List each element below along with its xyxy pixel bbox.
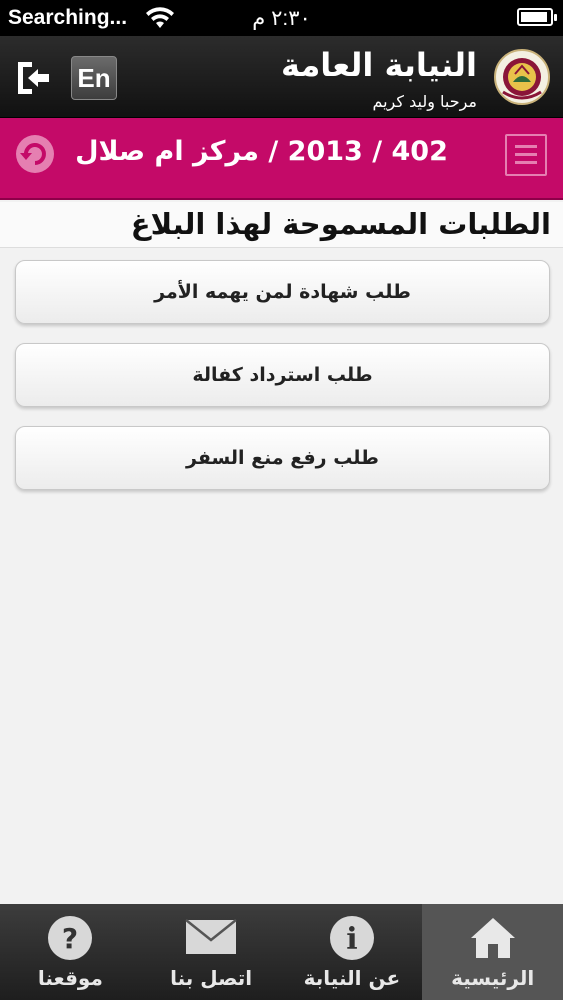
tab-location[interactable]: ? موقعنا <box>0 904 141 1000</box>
app-title: النيابة العامة <box>281 46 477 84</box>
logout-button[interactable] <box>14 58 52 98</box>
tab-about[interactable]: i عن النيابة <box>282 904 423 1000</box>
case-bar: 402 / 2013 / مركز ام صلال <box>0 118 563 200</box>
case-title: 402 / 2013 / مركز ام صلال <box>75 136 448 167</box>
request-bail-refund-button[interactable]: طلب استرداد كفالة <box>15 343 550 407</box>
logout-icon <box>18 62 49 94</box>
svg-text:?: ? <box>62 922 78 955</box>
tab-contact[interactable]: اتصل بنا <box>141 904 282 1000</box>
battery-icon <box>517 8 557 26</box>
status-clock: ٢:٣٠ م <box>252 7 311 30</box>
svg-text:i: i <box>346 922 357 957</box>
tab-label: الرئيسية <box>451 966 535 990</box>
home-icon <box>463 912 523 964</box>
tab-label: اتصل بنا <box>170 966 253 990</box>
qatar-emblem-icon <box>493 48 551 106</box>
info-icon: i <box>322 912 382 964</box>
tab-label: موقعنا <box>37 966 103 990</box>
language-toggle-button[interactable]: En <box>71 56 117 100</box>
section-title: الطلبات المسموحة لهذا البلاغ <box>0 202 563 248</box>
tab-label: عن النيابة <box>303 966 401 990</box>
menu-icon[interactable] <box>505 134 547 176</box>
tab-home[interactable]: الرئيسية <box>422 904 563 1000</box>
help-icon: ? <box>40 912 100 964</box>
refresh-back-icon[interactable] <box>14 133 56 175</box>
status-bar: Searching... ٢:٣٠ م <box>0 0 563 36</box>
mail-icon <box>181 912 241 964</box>
app-header: En النيابة العامة مرحبا وليد كريم <box>0 36 563 118</box>
welcome-text: مرحبا وليد كريم <box>372 92 477 111</box>
tab-bar: ? موقعنا اتصل بنا i عن النيابة الرئيسية <box>0 904 563 1000</box>
request-certificate-button[interactable]: طلب شهادة لمن يهمه الأمر <box>15 260 550 324</box>
request-lift-travel-ban-button[interactable]: طلب رفع منع السفر <box>15 426 550 490</box>
